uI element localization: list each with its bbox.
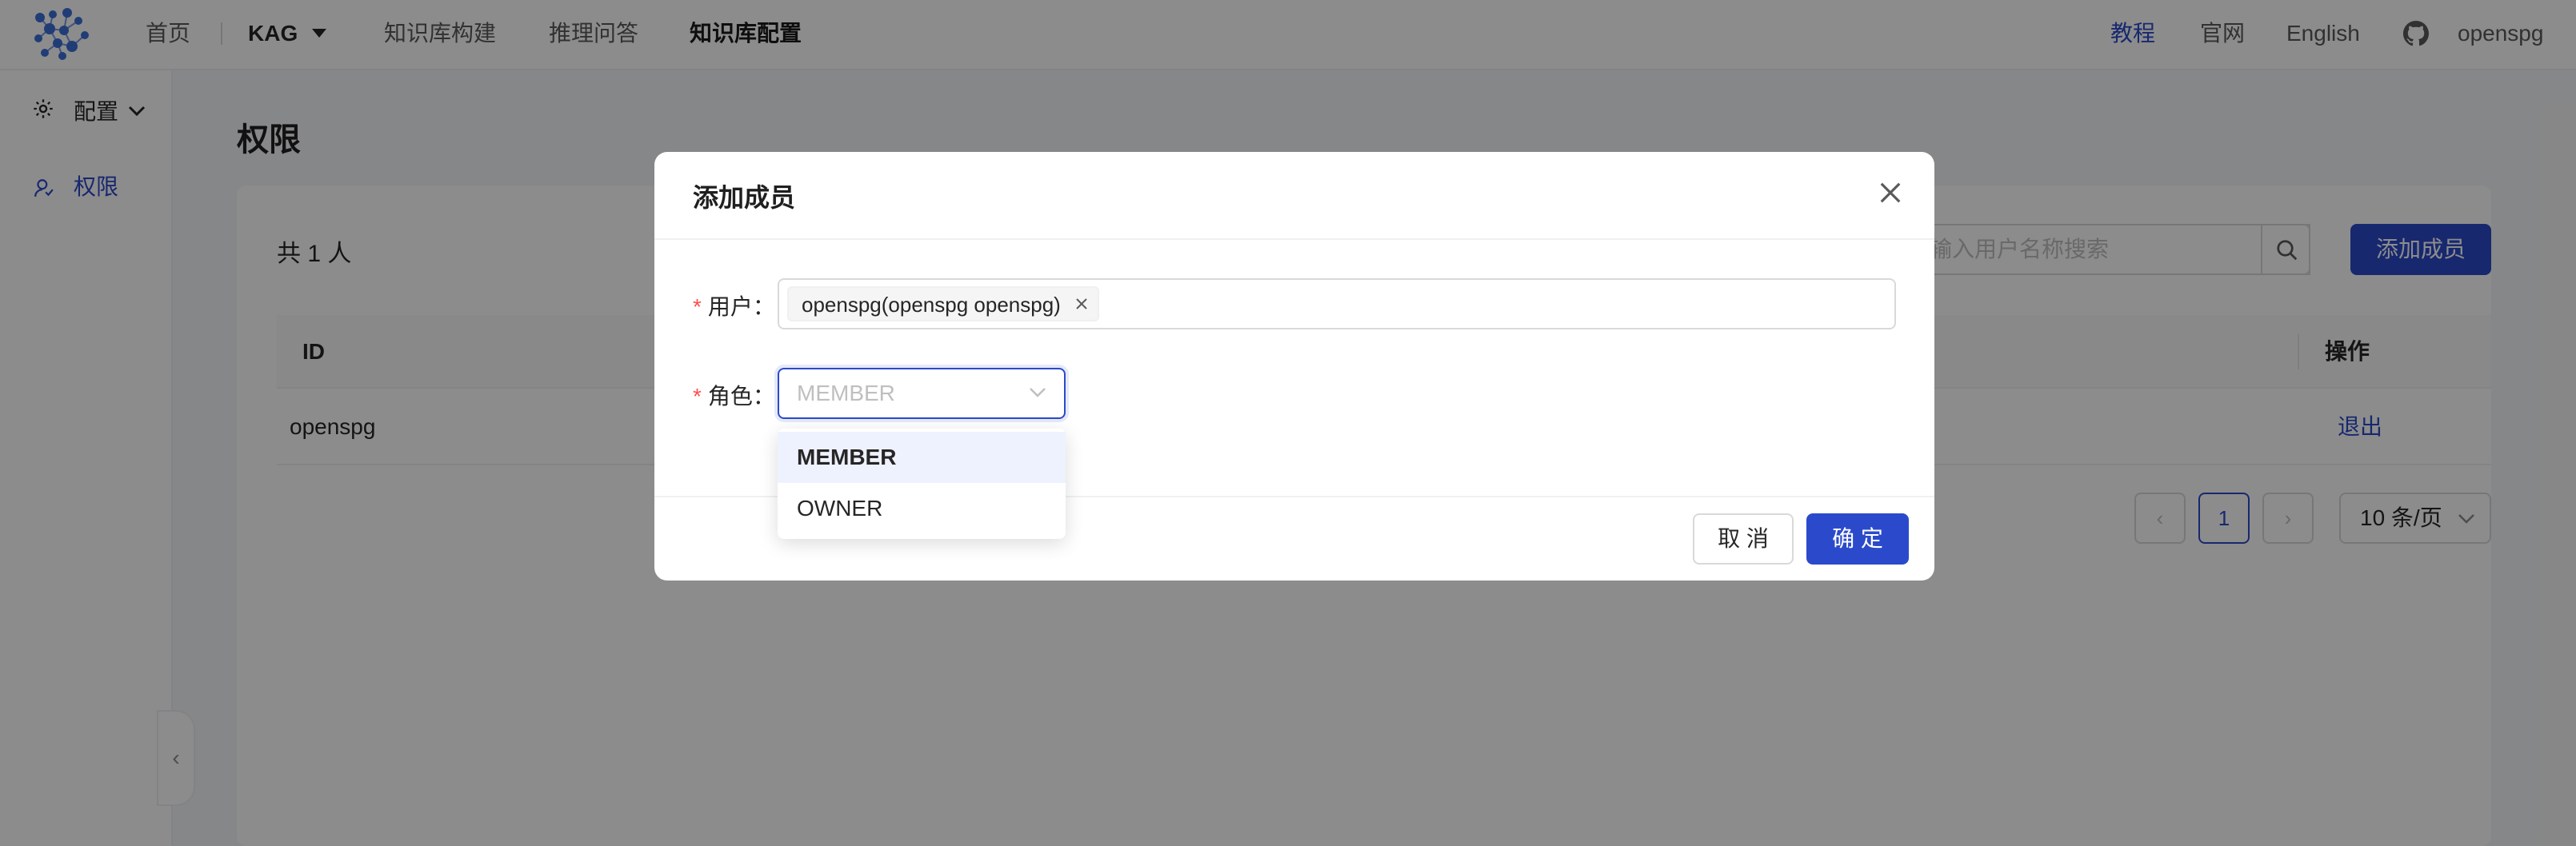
role-select[interactable]: MEMBER	[778, 368, 1066, 419]
role-label-text: 角色	[707, 384, 753, 409]
required-mark: *	[693, 384, 702, 409]
role-option-member[interactable]: MEMBER	[778, 432, 1066, 483]
role-option-owner[interactable]: OWNER	[778, 483, 1066, 534]
close-icon[interactable]	[1878, 181, 1902, 205]
tag-close-icon[interactable]	[1075, 297, 1088, 310]
user-field-label: * 用户：	[693, 289, 775, 321]
label-colon: ：	[752, 384, 775, 409]
modal-title: 添加成员	[693, 183, 796, 212]
confirm-button[interactable]: 确 定	[1806, 513, 1909, 565]
selected-user-tag: openspg(openspg openspg)	[787, 286, 1099, 321]
required-mark: *	[693, 294, 702, 319]
cancel-button[interactable]: 取 消	[1693, 513, 1794, 565]
chevron-down-icon[interactable]	[1029, 387, 1046, 398]
label-colon: ：	[752, 294, 775, 319]
user-label-text: 用户	[707, 294, 753, 319]
modal-header-divider	[654, 238, 1934, 240]
selected-user-tag-text: openspg(openspg openspg)	[802, 293, 1061, 317]
role-field-label: * 角色：	[693, 379, 775, 411]
